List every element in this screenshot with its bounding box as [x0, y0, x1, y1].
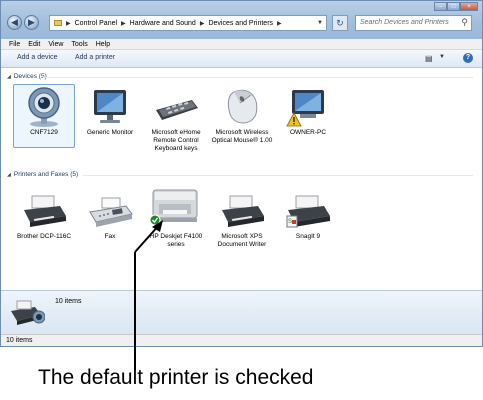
refresh-button[interactable]: ↻ — [332, 15, 348, 31]
group-divider — [43, 77, 473, 78]
menu-bar: File Edit View Tools Help — [1, 39, 482, 50]
device-label: OWNER-PC — [289, 129, 327, 136]
fax-icon — [86, 190, 134, 230]
minimize-button[interactable]: – — [434, 2, 447, 11]
printers-group-label: Printers and Faxes (5) — [13, 171, 79, 178]
printer-item-fax[interactable]: Fax — [78, 190, 142, 241]
device-item-ehome-keyboard[interactable]: Microsoft eHome Remote Control Keyboard … — [144, 86, 208, 153]
device-item-generic-monitor[interactable]: Generic Monitor — [78, 86, 142, 137]
default-check-icon — [149, 214, 161, 226]
printer-label: SnagIt 9 — [295, 233, 321, 240]
help-icon[interactable]: ? — [463, 53, 473, 63]
svg-text:S: S — [288, 219, 292, 225]
devices-group-label: Devices (5) — [13, 73, 47, 80]
printer-icon — [20, 190, 68, 230]
device-content-area: ◢ Devices (5) CNF7129 Generic Monitor Mi… — [1, 68, 482, 290]
printer-item-brother[interactable]: Brother DCP-116C — [12, 190, 76, 241]
details-devices-icon — [9, 297, 46, 334]
computer-warning-icon — [284, 86, 332, 127]
group-divider — [83, 175, 473, 176]
status-item-count: 10 items — [6, 337, 33, 344]
chevron-right-icon: ▶ — [121, 20, 126, 27]
printer-icon — [218, 190, 266, 230]
breadcrumb-devices-and-printers[interactable]: Devices and Printers — [208, 20, 273, 27]
menu-tools[interactable]: Tools — [71, 39, 87, 49]
chevron-right-icon: ▶ — [66, 20, 71, 27]
printer-item-snagit[interactable]: S SnagIt 9 — [276, 190, 340, 241]
explorer-window: ◀ ▶ ▶ Control Panel ▶ Hardware and Sound… — [0, 0, 483, 347]
search-icon[interactable]: ⚲ — [461, 17, 468, 28]
devices-group-header[interactable]: ◢ Devices (5) — [7, 73, 47, 80]
printer-label: HP Deskjet F4100 series — [149, 233, 203, 248]
device-item-wireless-mouse[interactable]: Microsoft Wireless Optical Mouse® 1.00 — [210, 86, 274, 145]
printers-group-header[interactable]: ◢ Printers and Faxes (5) — [7, 171, 78, 178]
back-button[interactable]: ◀ — [7, 15, 22, 30]
chevron-right-icon: ▶ — [199, 20, 205, 27]
title-address-bar: ◀ ▶ ▶ Control Panel ▶ Hardware and Sound… — [1, 1, 482, 39]
breadcrumb-hardware-and-sound[interactable]: Hardware and Sound — [130, 20, 196, 27]
search-placeholder: Search Devices and Printers — [360, 19, 449, 26]
back-arrow-icon: ◀ — [11, 17, 18, 27]
menu-help[interactable]: Help — [96, 39, 110, 49]
command-bar: Add a device Add a printer ▤ ▼ ? — [1, 50, 482, 68]
details-pane: 10 items — [1, 290, 482, 334]
breadcrumb-control-panel[interactable]: Control Panel — [75, 20, 117, 27]
collapse-icon[interactable]: ◢ — [7, 74, 11, 80]
device-item-cnf7129[interactable]: CNF7129 — [12, 86, 76, 137]
printer-label: Fax — [104, 233, 116, 240]
forward-arrow-icon: ▶ — [28, 17, 35, 27]
snagit-printer-icon: S — [284, 190, 332, 230]
view-options-icon[interactable]: ▤ — [425, 54, 433, 63]
device-label: Generic Monitor — [86, 129, 134, 136]
printer-item-hp-deskjet-default[interactable]: HP Deskjet F4100 series — [144, 189, 208, 249]
forward-button[interactable]: ▶ — [24, 15, 39, 30]
collapse-icon[interactable]: ◢ — [7, 172, 11, 178]
maximize-button[interactable]: □ — [447, 2, 460, 11]
close-button[interactable]: × — [460, 2, 478, 11]
default-printer-icon — [149, 189, 200, 230]
keyboard-icon — [152, 86, 200, 126]
menu-file[interactable]: File — [9, 39, 20, 49]
monitor-icon — [86, 86, 134, 126]
menu-edit[interactable]: Edit — [28, 39, 40, 49]
menu-view[interactable]: View — [48, 39, 63, 49]
address-dropdown-icon[interactable]: ▼ — [314, 16, 326, 30]
add-printer-button[interactable]: Add a printer — [75, 54, 115, 61]
address-bar[interactable]: ▶ Control Panel ▶ Hardware and Sound ▶ D… — [49, 15, 327, 31]
view-dropdown-icon[interactable]: ▼ — [439, 54, 445, 60]
device-item-owner-pc[interactable]: OWNER-PC — [276, 86, 340, 137]
device-label: CNF7129 — [30, 129, 58, 136]
add-device-button[interactable]: Add a device — [17, 54, 57, 61]
printer-label: Microsoft XPS Document Writer — [217, 233, 267, 248]
folder-icon — [54, 20, 62, 26]
window-controls: – □ × — [434, 2, 478, 11]
mouse-icon — [218, 86, 266, 126]
webcam-icon — [20, 86, 68, 127]
printer-item-xps-writer[interactable]: Microsoft XPS Document Writer — [210, 190, 274, 249]
status-bar: 10 items — [1, 334, 482, 346]
device-label: Microsoft Wireless Optical Mouse® 1.00 — [211, 129, 273, 144]
details-item-count: 10 items — [55, 298, 82, 305]
printer-label: Brother DCP-116C — [16, 233, 72, 240]
search-input[interactable]: Search Devices and Printers ⚲ — [355, 15, 472, 31]
caption-text: The default printer is checked — [38, 366, 314, 389]
device-label: Microsoft eHome Remote Control Keyboard … — [151, 129, 201, 152]
chevron-right-icon: ▶ — [277, 20, 282, 27]
